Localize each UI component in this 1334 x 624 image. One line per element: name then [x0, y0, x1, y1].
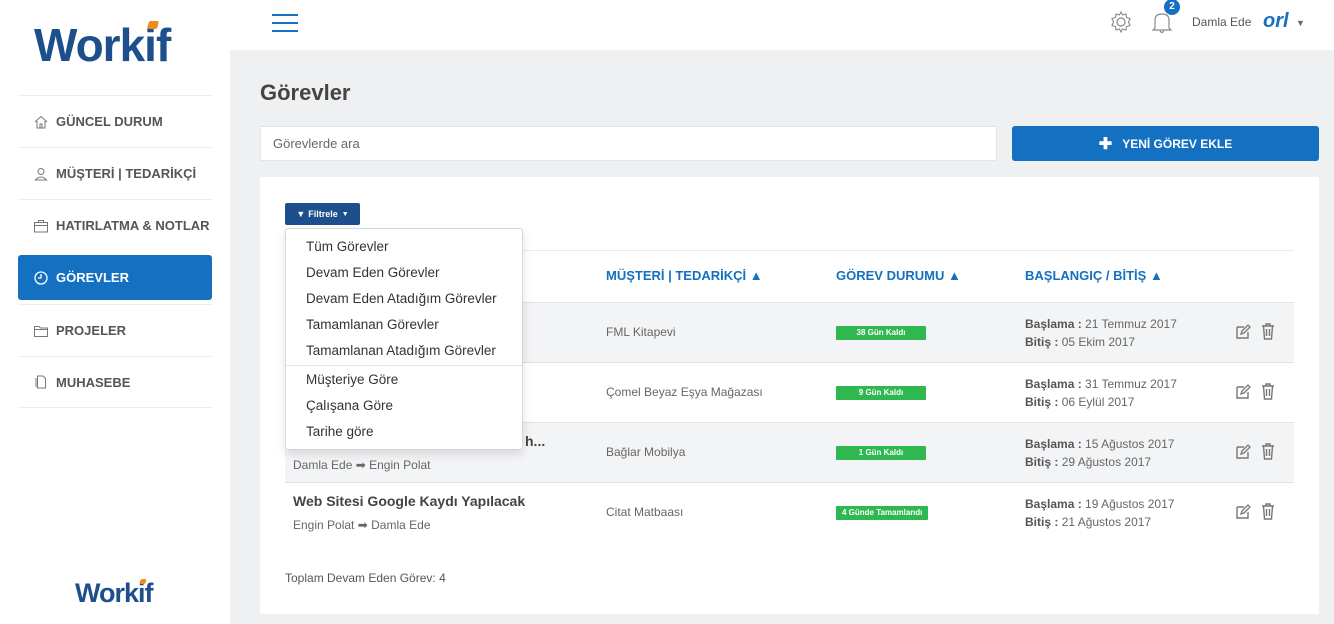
status-badge: 4 Günde Tamamlandı — [836, 506, 929, 520]
filter-dropdown-menu: Tüm Görevler Devam Eden Görevler Devam E… — [285, 228, 523, 450]
row-dates: Başlama : 15 Ağustos 2017 Bitiş : 29 Ağu… — [1025, 437, 1175, 469]
row-customer: Çomel Beyaz Eşya Mağazası — [606, 385, 763, 399]
column-header-status[interactable]: GÖREV DURUMU ▲ — [836, 268, 961, 283]
row-dates: Başlama : 21 Temmuz 2017 Bitiş : 05 Ekim… — [1025, 317, 1177, 349]
trash-icon[interactable] — [1261, 383, 1275, 400]
status-badge: 1 Gün Kaldı — [836, 446, 926, 460]
sidebar-item-hatirlatma-notlar[interactable]: HATIRLATMA & NOTLAR — [18, 199, 212, 251]
filter-option[interactable]: Devam Eden Görevler — [286, 260, 522, 286]
row-customer: Citat Matbaası — [606, 505, 684, 519]
sidebar-item-gorevler[interactable]: GÖREVLER — [18, 255, 212, 300]
sidebar-item-label: MUHASEBE — [56, 374, 131, 390]
plus-icon: ✚ — [1098, 135, 1113, 153]
search-input[interactable] — [260, 126, 997, 161]
sidebar-item-guncel-durum[interactable]: GÜNCEL DURUM — [18, 95, 212, 147]
add-task-button[interactable]: ✚ YENİ GÖREV EKLE — [1012, 126, 1319, 161]
user-name[interactable]: Damla Ede — [1192, 15, 1251, 29]
edit-icon[interactable] — [1235, 324, 1251, 340]
row-customer: FML Kitapevi — [606, 325, 676, 339]
sort-option[interactable]: Çalışana Göre — [286, 393, 522, 419]
filter-option[interactable]: Tamamlanan Atadığım Görevler — [286, 338, 522, 364]
column-header-customer[interactable]: MÜŞTERİ | TEDARİKÇİ ▲ — [606, 268, 763, 283]
sort-option[interactable]: Tarihe göre — [286, 419, 522, 445]
sidebar-nav: GÜNCEL DURUM MÜŞTERİ | TEDARİKÇİ HATIRLA… — [18, 95, 212, 408]
filter-option[interactable]: Tamamlanan Görevler — [286, 312, 522, 338]
total-count: Toplam Devam Eden Görev: 4 — [285, 571, 446, 585]
row-dates: Başlama : 19 Ağustos 2017 Bitiş : 21 Ağu… — [1025, 497, 1175, 529]
sidebar-item-projeler[interactable]: PROJELER — [18, 304, 212, 356]
chevron-down-icon: ▼ — [341, 210, 349, 218]
row-customer: Bağlar Mobilya — [606, 445, 686, 459]
sort-option[interactable]: Müşteriye Göre — [286, 367, 522, 393]
folder-icon — [34, 325, 48, 337]
trash-icon[interactable] — [1261, 443, 1275, 460]
row-task-title[interactable]: Web Sitesi Google Kaydı Yapılacak — [293, 493, 525, 509]
sidebar-item-label: MÜŞTERİ | TEDARİKÇİ — [56, 166, 197, 181]
gear-icon[interactable] — [1109, 10, 1133, 34]
menu-toggle-icon[interactable] — [272, 14, 298, 32]
status-badge: 9 Gün Kaldı — [836, 386, 926, 400]
chevron-down-icon[interactable]: ▼ — [1296, 18, 1305, 28]
briefcase-icon — [34, 219, 48, 232]
filter-icon: ▼ — [296, 209, 306, 219]
sidebar-item-label: GÜNCEL DURUM — [56, 114, 163, 129]
dropdown-divider — [286, 365, 522, 366]
workif-logo-footer: Work if — [75, 578, 154, 608]
notification-badge: 2 — [1164, 0, 1180, 15]
filter-button[interactable]: ▼ Filtrele ▼ — [285, 203, 360, 225]
page-title: Görevler — [260, 80, 351, 105]
clock-icon — [34, 270, 48, 285]
workif-logo[interactable]: Work if — [34, 18, 171, 72]
filter-option[interactable]: Tüm Görevler — [286, 234, 522, 260]
edit-icon[interactable] — [1235, 444, 1251, 460]
row-task-title[interactable]: h... — [525, 433, 545, 449]
arrow-right-icon: ➡ — [357, 518, 368, 532]
topbar: 2 Damla Ede orl ▼ — [230, 0, 1334, 50]
edit-icon[interactable] — [1235, 504, 1251, 520]
edit-icon[interactable] — [1235, 384, 1251, 400]
status-badge: 38 Gün Kaldı — [836, 326, 926, 340]
sidebar-item-label: GÖREVLER — [56, 270, 129, 285]
company-logo[interactable]: orl — [1263, 10, 1289, 33]
trash-icon[interactable] — [1261, 323, 1275, 340]
sidebar-item-label: PROJELER — [56, 323, 127, 338]
sidebar: Work if GÜNCEL DURUM MÜŞTERİ | TEDARİKÇİ … — [0, 0, 230, 624]
row-assignment: Damla Ede ➡ Engin Polat — [293, 458, 431, 472]
trash-icon[interactable] — [1261, 503, 1275, 520]
filter-option[interactable]: Devam Eden Atadığım Görevler — [286, 286, 522, 312]
column-header-dates[interactable]: BAŞLANGIÇ / BİTİŞ ▲ — [1025, 268, 1163, 283]
sidebar-item-muhasebe[interactable]: MUHASEBE — [18, 356, 212, 408]
row-assignment: Engin Polat ➡ Damla Ede — [293, 518, 431, 532]
row-dates: Başlama : 31 Temmuz 2017 Bitiş : 06 Eylü… — [1025, 377, 1177, 409]
table-row[interactable]: Web Sitesi Google Kaydı Yapılacak Engin … — [285, 482, 1294, 542]
home-icon — [34, 115, 48, 128]
arrow-right-icon: ➡ — [355, 458, 366, 472]
user-icon — [34, 167, 48, 180]
sidebar-item-label: HATIRLATMA & NOTLAR — [56, 218, 210, 233]
document-icon — [35, 375, 46, 389]
sidebar-item-musteri-tedarikci[interactable]: MÜŞTERİ | TEDARİKÇİ — [18, 147, 212, 199]
